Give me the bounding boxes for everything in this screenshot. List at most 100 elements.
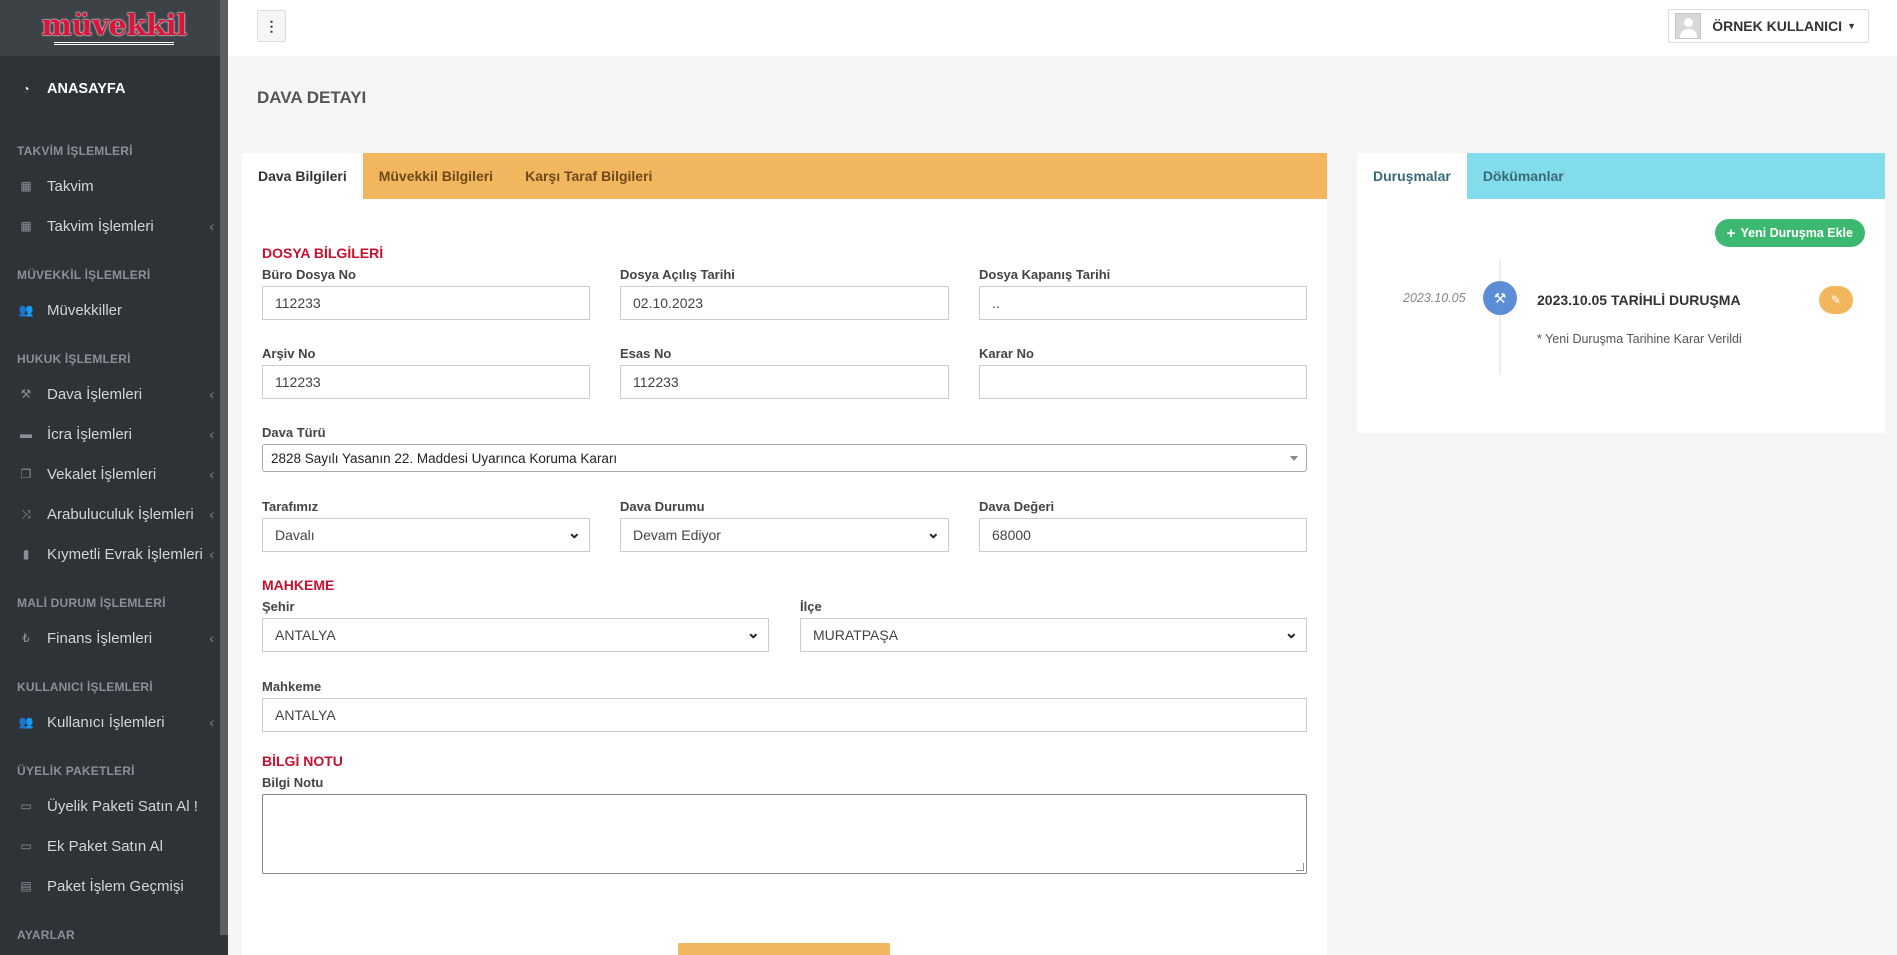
case-status-select[interactable]: Devam Ediyor [620,518,949,552]
logo-underline [53,42,174,45]
pencil-icon: ✎ [1830,293,1842,307]
tab-opposing-party-info[interactable]: Karşı Taraf Bilgileri [509,153,668,199]
field-file-open-date: Dosya Açılış Tarihi 02.10.2023 [620,267,949,320]
office-file-no-input[interactable]: 112233 [262,286,590,320]
calendar-icon: ▦ [20,219,32,233]
page-header: DAVA DETAYI [228,56,1897,132]
sidebar-item-label: İcra İşlemleri [47,425,133,443]
tab-hearings[interactable]: Duruşmalar [1357,153,1467,199]
field-label: Dava Değeri [979,499,1055,514]
field-case-value: Dava Değeri 68000 [979,499,1307,552]
field-label: Arşiv No [262,346,316,361]
field-decision-no: Karar No [979,346,1307,399]
sidebar-item-label: Takvim [47,177,94,195]
our-side-select[interactable]: Davalı [262,518,590,552]
sidebar-item-label: Üyelik Paketi Satın Al ! [47,797,198,815]
gavel-icon: ⚒ [20,387,32,401]
edit-hearing-button[interactable]: ✎ [1819,286,1853,314]
file-icon: ▮ [22,547,30,561]
page-title: DAVA DETAYI [257,88,367,107]
tab-client-info[interactable]: Müvekkil Bilgileri [363,153,509,199]
field-archive-no: Arşiv No 112233 [262,346,590,399]
case-type-select[interactable]: 2828 Sayılı Yasanın 22. Maddesi Uyarınca… [262,444,1307,472]
field-office-file-no: Büro Dosya No 112233 [262,267,590,320]
sidebar-header-settings: AYARLAR [17,928,75,942]
chevron-left-icon: ‹ [209,630,214,646]
sidebar-item-label: Vekalet İşlemleri [47,465,157,483]
file-open-date-input[interactable]: 02.10.2023 [620,286,949,320]
chevron-left-icon: ‹ [209,546,214,562]
gavel-icon: ⚒ [1483,281,1517,315]
logo-text: müvekkil [41,8,187,42]
sidebar-item-mediation[interactable]: ⤨ Arabuluculuk İşlemleri ‹ [0,494,228,534]
sidebar-item-label: Kıymetli Evrak İşlemleri [47,545,203,563]
logo[interactable]: müvekkil [0,0,228,56]
sidebar-scrollbar[interactable] [220,0,228,935]
city-select[interactable]: ANTALYA [262,618,769,652]
sidebar-item-case-operations[interactable]: ⚒ Dava İşlemleri ‹ [0,374,228,414]
avatar [1675,13,1702,39]
field-court: Mahkeme ANTALYA [262,679,1307,732]
sidebar-item-calendar-operations[interactable]: ▦ Takvim İşlemleri ‹ [0,206,228,246]
tab-documents[interactable]: Dökümanlar [1467,153,1580,199]
field-label: İlçe [800,599,822,614]
add-hearing-label: Yeni Duruşma Ekle [1740,226,1853,240]
folder-icon: ▬ [20,427,32,441]
hearing-tabs: Duruşmalar Dökümanlar [1357,153,1885,199]
case-value-input[interactable]: 68000 [979,518,1307,552]
sidebar-item-label: ANASAYFA [47,81,126,97]
sidebar-item-calendar[interactable]: ▦ Takvim [0,166,228,206]
random-icon: ⤨ [21,506,31,521]
sidebar-header-legal: HUKUK İŞLEMLERİ [17,352,131,366]
sidebar-item-buy-membership[interactable]: ▭ Üyelik Paketi Satın Al ! [0,786,228,826]
sidebar-header-clients: MÜVEKKİL İŞLEMLERİ [17,268,151,282]
add-hearing-button[interactable]: + Yeni Duruşma Ekle [1714,219,1865,247]
sidebar-item-label: Kullanıcı İşlemleri [47,713,165,731]
field-case-status: Dava Durumu Devam Ediyor [620,499,949,552]
user-menu-button[interactable]: ÖRNEK KULLANICI ▼ [1668,9,1869,43]
field-file-close-date: Dosya Kapanış Tarihi .. [979,267,1307,320]
sidebar-header-packages: ÜYELİK PAKETLERİ [17,764,135,778]
save-button[interactable] [678,943,890,955]
sidebar-item-clients[interactable]: 👥 Müvekkiller [0,290,228,330]
sidebar-item-buy-extra-package[interactable]: ▭ Ek Paket Satın Al [0,826,228,866]
field-label: Dava Durumu [620,499,705,514]
sidebar-item-user-operations[interactable]: 👥 Kullanıcı İşlemleri ‹ [0,702,228,742]
chevron-left-icon: ‹ [209,466,214,482]
hearing-date: 2023.10.05 [1403,291,1466,305]
laptop-icon: ▭ [20,799,32,813]
archive-no-input[interactable]: 112233 [262,365,590,399]
menu-toggle-button[interactable]: ⋮ [257,10,286,42]
info-note-textarea[interactable] [262,794,1307,874]
plus-icon: + [1726,224,1736,242]
ellipsis-vertical-icon: ⋮ [264,17,279,34]
sidebar-item-package-history[interactable]: ▤ Paket İşlem Geçmişi [0,866,228,906]
docket-no-input[interactable]: 112233 [620,365,949,399]
sidebar-header-calendar: TAKVİM İŞLEMLERİ [17,144,133,158]
chevron-left-icon: ‹ [209,426,214,442]
case-tabs: Dava Bilgileri Müvekkil Bilgileri Karşı … [242,153,1327,199]
sidebar-item-home[interactable]: ◔ ANASAYFA [0,56,228,122]
sidebar-item-power-of-attorney[interactable]: ❐ Vekalet İşlemleri ‹ [0,454,228,494]
sidebar-item-enforcement-operations[interactable]: ▬ İcra İşlemleri ‹ [0,414,228,454]
timeline-line [1499,259,1501,375]
district-select[interactable]: MURATPAŞA [800,618,1307,652]
hearing-note: * Yeni Duruşma Tarihine Karar Verildi [1537,332,1742,346]
court-input[interactable]: ANTALYA [262,698,1307,732]
hearings-panel: Duruşmalar Dökümanlar + Yeni Duruşma Ekl… [1357,153,1885,433]
laptop-icon: ▭ [20,839,32,853]
copy-icon: ❐ [20,467,32,481]
sidebar-item-valuable-papers[interactable]: ▮ Kıymetli Evrak İşlemleri ‹ [0,534,228,574]
sidebar-item-label: Ek Paket Satın Al [47,837,163,855]
field-label: Dava Türü [262,425,326,440]
file-close-date-input[interactable]: .. [979,286,1307,320]
sidebar-header-users: KULLANICI İŞLEMLERİ [17,680,153,694]
field-city: Şehir ANTALYA [262,599,769,652]
tab-case-info[interactable]: Dava Bilgileri [242,153,363,199]
field-district: İlçe MURATPAŞA [800,599,1307,652]
sidebar-item-finance-operations[interactable]: ₺ Finans İşlemleri ‹ [0,618,228,658]
caret-down-icon: ▼ [1847,21,1856,31]
field-label: Mahkeme [262,679,322,694]
decision-no-input[interactable] [979,365,1307,399]
hearing-title: 2023.10.05 TARİHLİ DURUŞMA [1537,292,1741,308]
